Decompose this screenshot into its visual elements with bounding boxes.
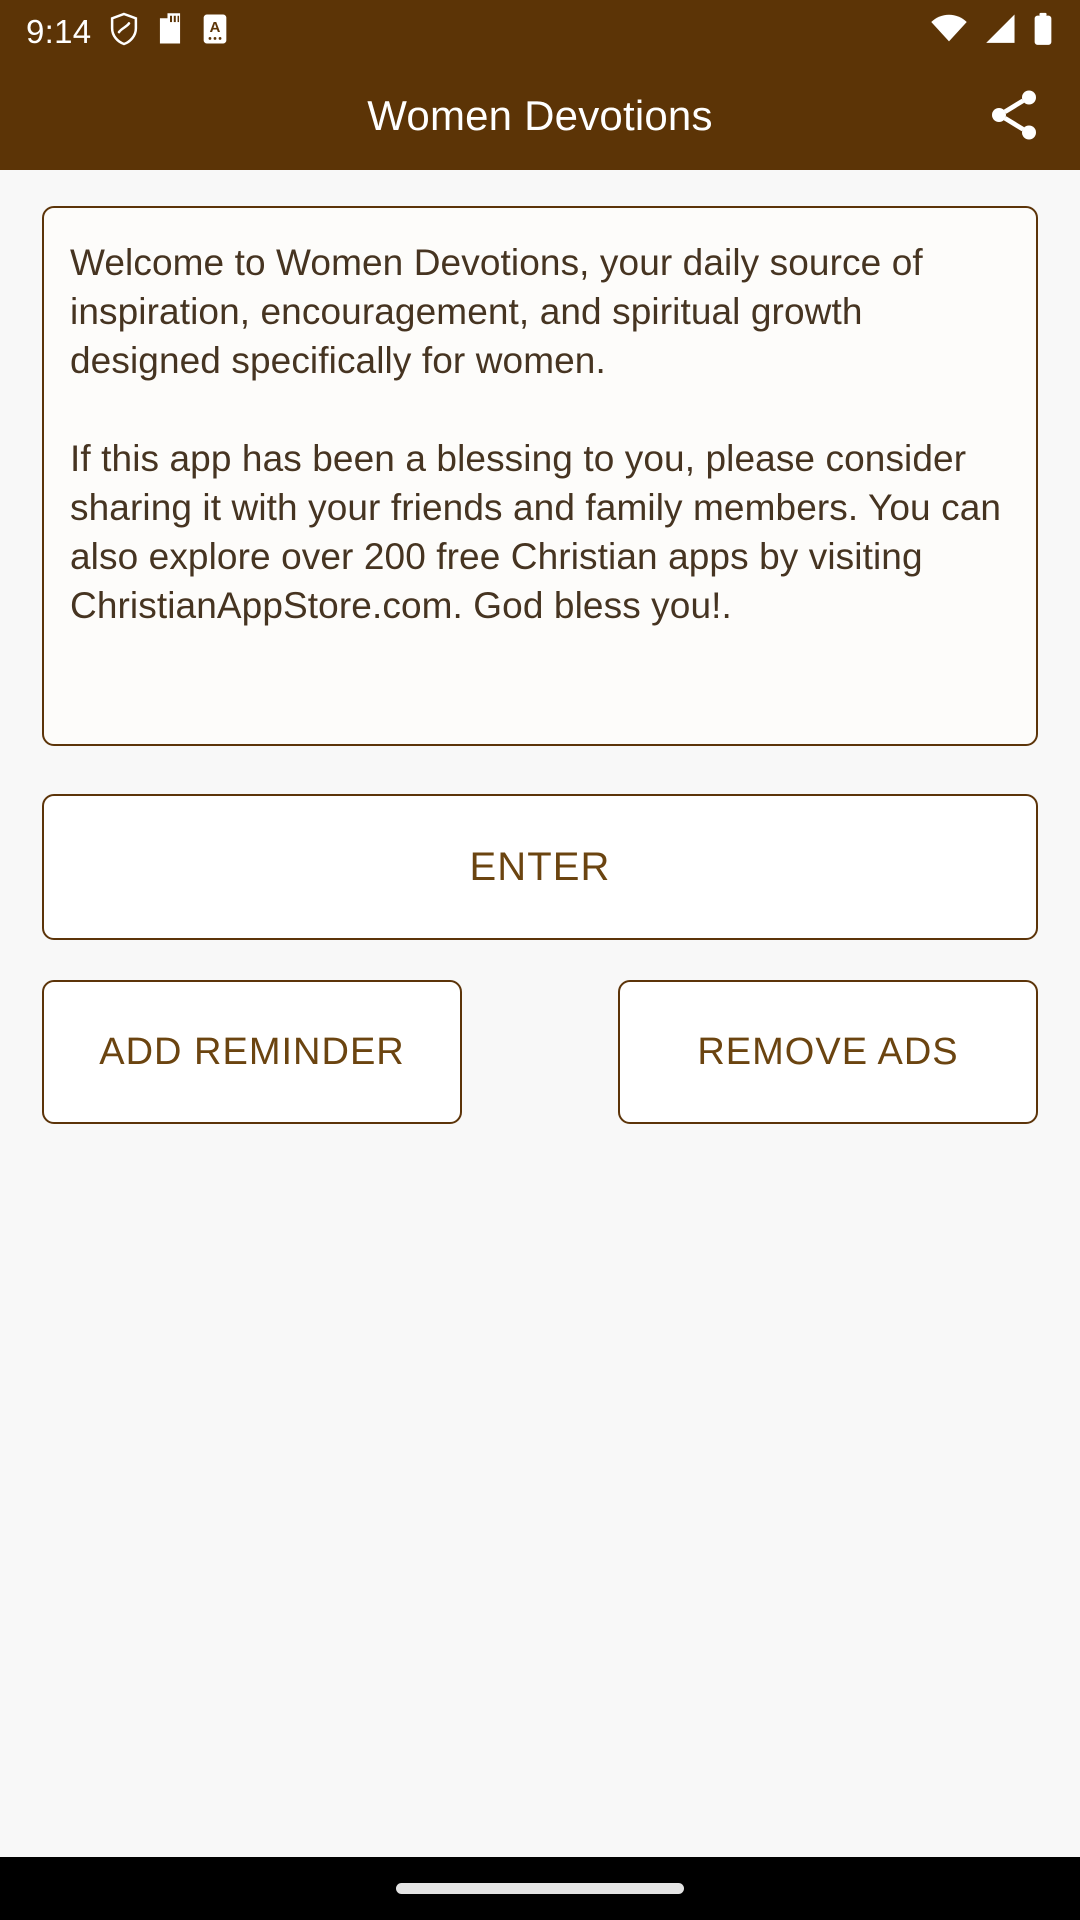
cellular-signal-icon: [982, 13, 1018, 50]
app-screen: 9:14 A Women Devotions Welcome to Women …: [0, 0, 1080, 1920]
home-gesture-pill[interactable]: [396, 1883, 684, 1894]
sim-card-a-icon: A: [201, 12, 229, 51]
welcome-card: Welcome to Women Devotions, your daily s…: [42, 206, 1038, 746]
shield-icon: [109, 12, 139, 51]
share-icon: [984, 85, 1044, 148]
app-toolbar: Women Devotions: [0, 62, 1080, 170]
secondary-button-row: ADD REMINDER REMOVE ADS: [42, 980, 1038, 1124]
svg-text:A: A: [210, 19, 221, 36]
status-bar-clock: 9:14: [26, 12, 92, 50]
status-bar-right-group: [930, 12, 1054, 51]
status-bar-left-group: 9:14 A: [26, 12, 229, 51]
welcome-message-text: Welcome to Women Devotions, your daily s…: [70, 242, 1002, 626]
battery-icon: [1032, 12, 1054, 51]
remove-ads-button[interactable]: REMOVE ADS: [618, 980, 1038, 1124]
sd-card-icon: [157, 12, 183, 51]
main-content: Welcome to Women Devotions, your daily s…: [0, 170, 1080, 1857]
enter-button[interactable]: ENTER: [42, 794, 1038, 940]
add-reminder-button[interactable]: ADD REMINDER: [42, 980, 462, 1124]
system-navigation-bar: [0, 1857, 1080, 1920]
page-title: Women Devotions: [367, 92, 713, 139]
status-bar: 9:14 A: [0, 0, 1080, 62]
wifi-icon: [930, 13, 968, 50]
share-button[interactable]: [976, 78, 1052, 154]
